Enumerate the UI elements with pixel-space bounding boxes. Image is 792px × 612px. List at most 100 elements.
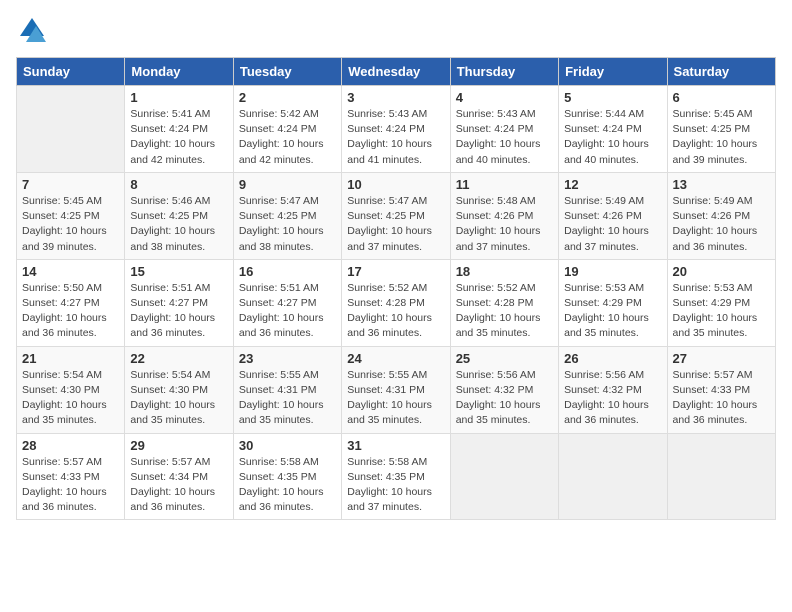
day-info: Sunrise: 5:52 AM Sunset: 4:28 PM Dayligh… bbox=[456, 281, 553, 342]
calendar-table: SundayMondayTuesdayWednesdayThursdayFrid… bbox=[16, 57, 776, 520]
day-info: Sunrise: 5:56 AM Sunset: 4:32 PM Dayligh… bbox=[456, 368, 553, 429]
day-number: 29 bbox=[130, 438, 227, 453]
day-cell: 12 Sunrise: 5:49 AM Sunset: 4:26 PM Dayli… bbox=[559, 172, 667, 259]
day-info: Sunrise: 5:41 AM Sunset: 4:24 PM Dayligh… bbox=[130, 107, 227, 168]
day-number: 1 bbox=[130, 90, 227, 105]
day-info: Sunrise: 5:44 AM Sunset: 4:24 PM Dayligh… bbox=[564, 107, 661, 168]
day-cell: 21 Sunrise: 5:54 AM Sunset: 4:30 PM Dayli… bbox=[17, 346, 125, 433]
day-info: Sunrise: 5:57 AM Sunset: 4:33 PM Dayligh… bbox=[673, 368, 770, 429]
day-number: 12 bbox=[564, 177, 661, 192]
day-number: 4 bbox=[456, 90, 553, 105]
day-cell: 22 Sunrise: 5:54 AM Sunset: 4:30 PM Dayli… bbox=[125, 346, 233, 433]
day-cell: 16 Sunrise: 5:51 AM Sunset: 4:27 PM Dayli… bbox=[233, 259, 341, 346]
day-cell: 4 Sunrise: 5:43 AM Sunset: 4:24 PM Daylig… bbox=[450, 86, 558, 173]
day-number: 25 bbox=[456, 351, 553, 366]
day-number: 23 bbox=[239, 351, 336, 366]
day-cell: 30 Sunrise: 5:58 AM Sunset: 4:35 PM Dayli… bbox=[233, 433, 341, 520]
day-number: 30 bbox=[239, 438, 336, 453]
day-info: Sunrise: 5:46 AM Sunset: 4:25 PM Dayligh… bbox=[130, 194, 227, 255]
day-cell bbox=[17, 86, 125, 173]
day-number: 26 bbox=[564, 351, 661, 366]
day-cell: 17 Sunrise: 5:52 AM Sunset: 4:28 PM Dayli… bbox=[342, 259, 450, 346]
day-cell: 7 Sunrise: 5:45 AM Sunset: 4:25 PM Daylig… bbox=[17, 172, 125, 259]
day-info: Sunrise: 5:54 AM Sunset: 4:30 PM Dayligh… bbox=[130, 368, 227, 429]
day-number: 3 bbox=[347, 90, 444, 105]
day-cell: 31Sunrise: 5:58 AM Sunset: 4:35 PM Dayli… bbox=[342, 433, 450, 520]
day-cell: 5 Sunrise: 5:44 AM Sunset: 4:24 PM Daylig… bbox=[559, 86, 667, 173]
weekday-header-monday: Monday bbox=[125, 58, 233, 86]
day-cell: 2Sunrise: 5:42 AM Sunset: 4:24 PM Daylig… bbox=[233, 86, 341, 173]
day-number: 6 bbox=[673, 90, 770, 105]
day-number: 17 bbox=[347, 264, 444, 279]
day-info: Sunrise: 5:49 AM Sunset: 4:26 PM Dayligh… bbox=[673, 194, 770, 255]
weekday-header-friday: Friday bbox=[559, 58, 667, 86]
logo-icon bbox=[18, 16, 46, 44]
day-info: Sunrise: 5:49 AM Sunset: 4:26 PM Dayligh… bbox=[564, 194, 661, 255]
day-info: Sunrise: 5:57 AM Sunset: 4:34 PM Dayligh… bbox=[130, 455, 227, 516]
day-number: 13 bbox=[673, 177, 770, 192]
day-cell: 23 Sunrise: 5:55 AM Sunset: 4:31 PM Dayli… bbox=[233, 346, 341, 433]
day-cell: 18 Sunrise: 5:52 AM Sunset: 4:28 PM Dayli… bbox=[450, 259, 558, 346]
day-cell: 29 Sunrise: 5:57 AM Sunset: 4:34 PM Dayli… bbox=[125, 433, 233, 520]
day-info: Sunrise: 5:43 AM Sunset: 4:24 PM Dayligh… bbox=[456, 107, 553, 168]
day-number: 16 bbox=[239, 264, 336, 279]
day-cell bbox=[559, 433, 667, 520]
day-cell: 13 Sunrise: 5:49 AM Sunset: 4:26 PM Dayli… bbox=[667, 172, 775, 259]
day-cell: 1 Sunrise: 5:41 AM Sunset: 4:24 PM Daylig… bbox=[125, 86, 233, 173]
day-info: Sunrise: 5:51 AM Sunset: 4:27 PM Dayligh… bbox=[239, 281, 336, 342]
day-cell: 19Sunrise: 5:53 AM Sunset: 4:29 PM Dayli… bbox=[559, 259, 667, 346]
weekday-header-thursday: Thursday bbox=[450, 58, 558, 86]
day-info: Sunrise: 5:58 AM Sunset: 4:35 PM Dayligh… bbox=[239, 455, 336, 516]
day-number: 24 bbox=[347, 351, 444, 366]
day-cell bbox=[450, 433, 558, 520]
day-cell: 27 Sunrise: 5:57 AM Sunset: 4:33 PM Dayli… bbox=[667, 346, 775, 433]
week-row-4: 28Sunrise: 5:57 AM Sunset: 4:33 PM Dayli… bbox=[17, 433, 776, 520]
day-info: Sunrise: 5:53 AM Sunset: 4:29 PM Dayligh… bbox=[564, 281, 661, 342]
day-number: 7 bbox=[22, 177, 119, 192]
weekday-header-sunday: Sunday bbox=[17, 58, 125, 86]
day-cell: 10Sunrise: 5:47 AM Sunset: 4:25 PM Dayli… bbox=[342, 172, 450, 259]
logo bbox=[16, 16, 46, 49]
day-number: 18 bbox=[456, 264, 553, 279]
day-info: Sunrise: 5:55 AM Sunset: 4:31 PM Dayligh… bbox=[239, 368, 336, 429]
weekday-header-wednesday: Wednesday bbox=[342, 58, 450, 86]
day-number: 8 bbox=[130, 177, 227, 192]
day-info: Sunrise: 5:55 AM Sunset: 4:31 PM Dayligh… bbox=[347, 368, 444, 429]
weekday-header-row: SundayMondayTuesdayWednesdayThursdayFrid… bbox=[17, 58, 776, 86]
day-info: Sunrise: 5:45 AM Sunset: 4:25 PM Dayligh… bbox=[22, 194, 119, 255]
day-number: 15 bbox=[130, 264, 227, 279]
day-info: Sunrise: 5:53 AM Sunset: 4:29 PM Dayligh… bbox=[673, 281, 770, 342]
day-number: 27 bbox=[673, 351, 770, 366]
weekday-header-tuesday: Tuesday bbox=[233, 58, 341, 86]
day-info: Sunrise: 5:56 AM Sunset: 4:32 PM Dayligh… bbox=[564, 368, 661, 429]
day-number: 10 bbox=[347, 177, 444, 192]
day-info: Sunrise: 5:50 AM Sunset: 4:27 PM Dayligh… bbox=[22, 281, 119, 342]
day-cell: 15 Sunrise: 5:51 AM Sunset: 4:27 PM Dayli… bbox=[125, 259, 233, 346]
day-cell bbox=[667, 433, 775, 520]
day-cell: 28Sunrise: 5:57 AM Sunset: 4:33 PM Dayli… bbox=[17, 433, 125, 520]
day-number: 11 bbox=[456, 177, 553, 192]
day-info: Sunrise: 5:48 AM Sunset: 4:26 PM Dayligh… bbox=[456, 194, 553, 255]
day-cell: 6Sunrise: 5:45 AM Sunset: 4:25 PM Daylig… bbox=[667, 86, 775, 173]
day-info: Sunrise: 5:51 AM Sunset: 4:27 PM Dayligh… bbox=[130, 281, 227, 342]
day-cell: 14Sunrise: 5:50 AM Sunset: 4:27 PM Dayli… bbox=[17, 259, 125, 346]
day-number: 9 bbox=[239, 177, 336, 192]
day-number: 22 bbox=[130, 351, 227, 366]
day-info: Sunrise: 5:57 AM Sunset: 4:33 PM Dayligh… bbox=[22, 455, 119, 516]
day-cell: 9 Sunrise: 5:47 AM Sunset: 4:25 PM Daylig… bbox=[233, 172, 341, 259]
day-cell: 3 Sunrise: 5:43 AM Sunset: 4:24 PM Daylig… bbox=[342, 86, 450, 173]
week-row-3: 21 Sunrise: 5:54 AM Sunset: 4:30 PM Dayli… bbox=[17, 346, 776, 433]
weekday-header-saturday: Saturday bbox=[667, 58, 775, 86]
day-info: Sunrise: 5:43 AM Sunset: 4:24 PM Dayligh… bbox=[347, 107, 444, 168]
day-info: Sunrise: 5:47 AM Sunset: 4:25 PM Dayligh… bbox=[239, 194, 336, 255]
week-row-1: 7 Sunrise: 5:45 AM Sunset: 4:25 PM Daylig… bbox=[17, 172, 776, 259]
day-number: 21 bbox=[22, 351, 119, 366]
day-cell: 24 Sunrise: 5:55 AM Sunset: 4:31 PM Dayli… bbox=[342, 346, 450, 433]
day-info: Sunrise: 5:52 AM Sunset: 4:28 PM Dayligh… bbox=[347, 281, 444, 342]
page-header bbox=[16, 16, 776, 49]
day-info: Sunrise: 5:54 AM Sunset: 4:30 PM Dayligh… bbox=[22, 368, 119, 429]
day-cell: 26 Sunrise: 5:56 AM Sunset: 4:32 PM Dayli… bbox=[559, 346, 667, 433]
day-number: 20 bbox=[673, 264, 770, 279]
day-number: 5 bbox=[564, 90, 661, 105]
day-info: Sunrise: 5:42 AM Sunset: 4:24 PM Dayligh… bbox=[239, 107, 336, 168]
